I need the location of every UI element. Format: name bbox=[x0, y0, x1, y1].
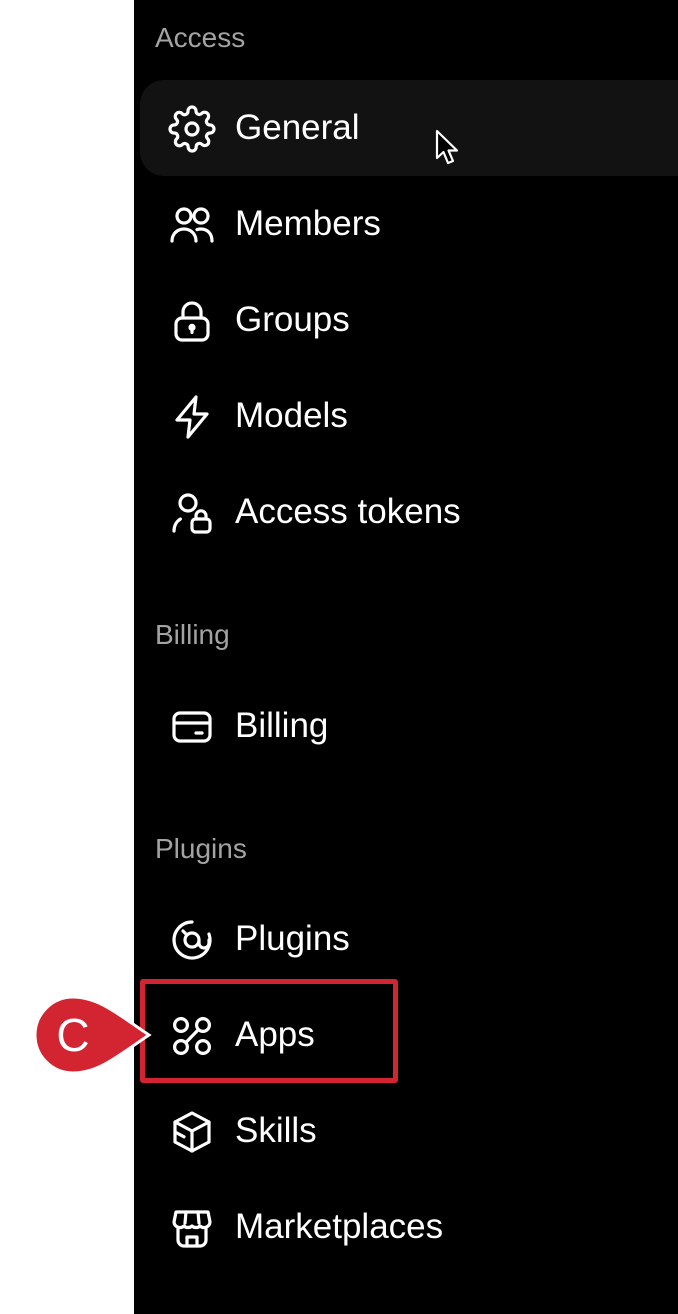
sidebar-item-label: Models bbox=[235, 396, 348, 435]
credit-card-icon bbox=[168, 703, 216, 751]
sidebar-item-label: Marketplaces bbox=[235, 1207, 444, 1246]
sidebar-item-skills[interactable]: Skills bbox=[140, 1083, 678, 1179]
sidebar-item-label: Billing bbox=[235, 706, 329, 745]
users-icon bbox=[168, 201, 216, 249]
lock-icon bbox=[168, 297, 216, 345]
cube-icon bbox=[168, 1108, 216, 1156]
lightning-icon bbox=[168, 393, 216, 441]
sidebar-item-groups[interactable]: Groups bbox=[140, 272, 678, 368]
page: Access General Members Groups Models Acc… bbox=[0, 0, 678, 1314]
sidebar-item-label: General bbox=[235, 108, 360, 147]
left-gutter bbox=[0, 0, 134, 1314]
mouse-cursor-icon bbox=[434, 128, 460, 166]
sidebar-item-plugins[interactable]: Plugins bbox=[140, 891, 678, 987]
section-label-plugins: Plugins bbox=[155, 833, 247, 864]
section-label-billing: Billing bbox=[155, 619, 230, 650]
sidebar-item-label: Plugins bbox=[235, 919, 350, 958]
sidebar-item-access-tokens[interactable]: Access tokens bbox=[140, 464, 678, 560]
sidebar-item-label: Access tokens bbox=[235, 492, 461, 531]
sidebar-item-marketplaces[interactable]: Marketplaces bbox=[140, 1179, 678, 1275]
storefront-icon bbox=[168, 1204, 216, 1252]
plugin-icon bbox=[168, 916, 216, 964]
section-label-access: Access bbox=[155, 22, 246, 53]
sidebar-item-billing[interactable]: Billing bbox=[140, 678, 678, 774]
sidebar-item-general[interactable]: General bbox=[140, 80, 678, 176]
apps-highlight-box bbox=[140, 979, 398, 1083]
settings-sidebar: Access General Members Groups Models Acc… bbox=[134, 0, 678, 1314]
sidebar-item-models[interactable]: Models bbox=[140, 368, 678, 464]
sidebar-item-label: Skills bbox=[235, 1111, 317, 1150]
gear-icon bbox=[168, 105, 216, 153]
user-lock-icon bbox=[168, 489, 216, 537]
step-marker: C bbox=[27, 993, 153, 1077]
sidebar-item-members[interactable]: Members bbox=[140, 176, 678, 272]
step-marker-letter: C bbox=[56, 1009, 90, 1061]
sidebar-item-label: Members bbox=[235, 204, 381, 243]
sidebar-item-label: Groups bbox=[235, 300, 350, 339]
